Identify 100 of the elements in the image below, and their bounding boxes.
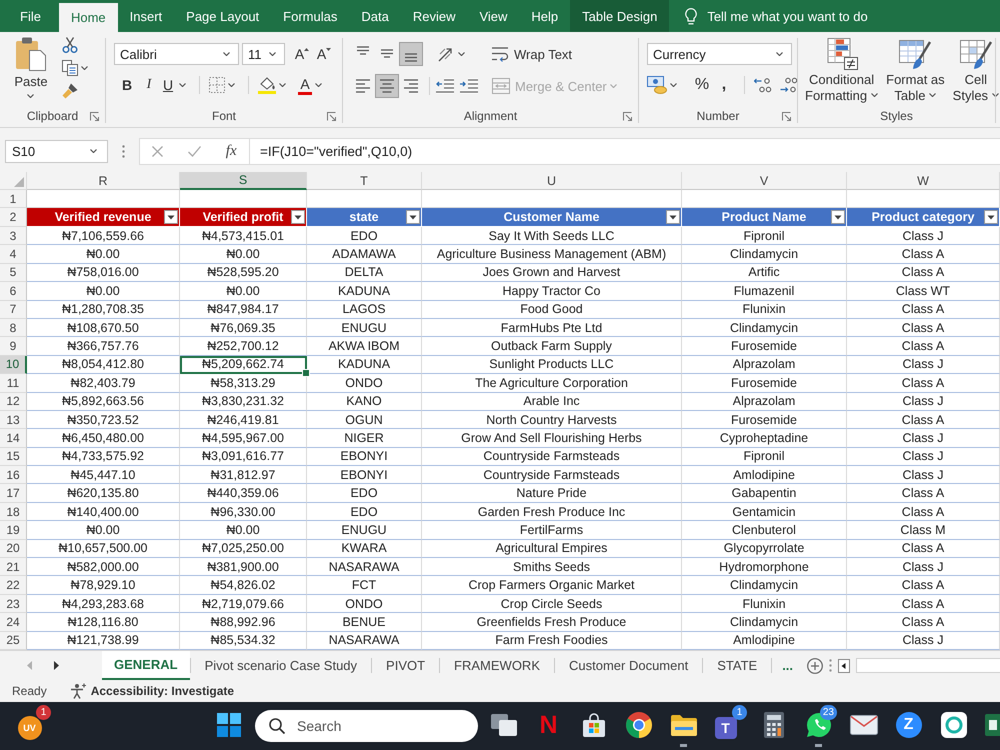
tell-me-search[interactable]: Tell me what you want to do — [669, 0, 868, 32]
column-header[interactable]: W — [847, 172, 1000, 190]
taskbar-button[interactable]: UV 1 — [10, 704, 55, 748]
decrease-font-size-button[interactable]: A — [313, 43, 335, 65]
outdent-icon[interactable] — [436, 79, 454, 93]
ribbon-tab[interactable]: Help — [519, 0, 570, 32]
filter-dropdown-icon[interactable] — [984, 210, 998, 224]
dialog-launcher-icon[interactable] — [782, 112, 791, 120]
ribbon-tab[interactable]: Insert — [118, 0, 174, 32]
filter-dropdown-icon[interactable] — [291, 210, 305, 224]
caret-icon[interactable] — [179, 83, 186, 87]
row-header[interactable]: 1 — [0, 190, 27, 208]
taskbar-button[interactable]: T 1 — [706, 704, 751, 748]
row-header[interactable]: 18 — [0, 502, 27, 522]
row-header[interactable]: 12 — [0, 392, 27, 411]
plus-circle-icon[interactable] — [807, 658, 824, 674]
sheet-tab[interactable]: FRAMEWORK — [440, 651, 554, 680]
row-header[interactable]: 15 — [0, 448, 27, 466]
caret-icon[interactable] — [315, 83, 322, 87]
dotted-grid-icon[interactable] — [209, 77, 225, 93]
column-header[interactable]: V — [682, 172, 847, 190]
sheet-tab[interactable]: STATE — [703, 651, 772, 680]
row-header[interactable]: 14 — [0, 429, 27, 448]
filter-dropdown-icon[interactable] — [666, 210, 680, 224]
row-header[interactable]: 16 — [0, 466, 27, 484]
ribbon-tab[interactable]: Review — [400, 0, 468, 32]
ribbon-tab[interactable]: Formulas — [271, 0, 350, 32]
ribbon-tab[interactable]: Data — [349, 0, 401, 32]
active-cell[interactable]: ₦5,209,662.74 — [180, 356, 307, 374]
row-header[interactable]: 23 — [0, 594, 27, 614]
row-header[interactable]: 7 — [0, 300, 27, 319]
copy-pages-icon[interactable] — [62, 60, 78, 76]
row-header[interactable]: 20 — [0, 540, 27, 558]
row-header[interactable]: 6 — [0, 282, 27, 301]
sheet-tab[interactable]: Customer Document — [555, 651, 702, 680]
row-header[interactable]: 13 — [0, 410, 27, 430]
name-box[interactable]: S10 — [5, 140, 108, 162]
row-header[interactable]: 19 — [0, 521, 27, 540]
number-format-dropdown[interactable]: Currency — [647, 43, 792, 65]
font-size-dropdown[interactable]: 11 — [242, 43, 285, 65]
row-header[interactable]: 5 — [0, 264, 27, 282]
font-name-dropdown[interactable]: Calibri — [114, 43, 239, 65]
caret-icon[interactable] — [776, 52, 783, 56]
paste-button[interactable]: Paste — [8, 37, 54, 105]
column-header[interactable]: R — [27, 172, 180, 190]
banknote-coins-icon[interactable] — [647, 76, 667, 94]
search-field[interactable]: Search — [255, 710, 478, 742]
format-as-table-button[interactable]: Format as Table — [883, 38, 948, 105]
row-header[interactable]: 10 — [0, 356, 27, 374]
ribbon-tab[interactable]: View — [467, 0, 520, 32]
column-header[interactable]: S — [180, 172, 307, 190]
row-header[interactable]: 8 — [0, 318, 27, 338]
ribbon-tab[interactable]: Table Design — [570, 0, 670, 32]
paint-bucket-icon[interactable] — [258, 76, 276, 94]
more-sheets-button[interactable]: ... — [772, 651, 802, 680]
row-header[interactable]: 2 — [0, 208, 27, 227]
decrease-decimal-icon[interactable] — [780, 77, 798, 93]
caret-icon[interactable] — [871, 93, 878, 97]
caret-icon[interactable] — [223, 52, 230, 56]
italic-button[interactable]: I — [138, 74, 160, 96]
percent-style-button[interactable]: % — [691, 74, 713, 96]
font-color-button[interactable]: A — [298, 76, 312, 94]
paintbrush-icon[interactable] — [62, 83, 78, 99]
ribbon-tab[interactable]: Home — [58, 3, 118, 32]
caret-icon[interactable] — [27, 94, 34, 98]
align-center-icon[interactable] — [375, 74, 399, 98]
triangle-right-icon[interactable] — [54, 661, 59, 670]
dialog-launcher-icon[interactable] — [327, 112, 336, 120]
row-header[interactable]: 4 — [0, 245, 27, 264]
caret-icon[interactable] — [670, 83, 677, 87]
increase-decimal-icon[interactable] — [754, 77, 772, 93]
row-header[interactable]: 24 — [0, 613, 27, 632]
bold-button[interactable]: B — [116, 74, 138, 96]
caret-icon[interactable] — [90, 149, 97, 153]
caret-icon[interactable] — [929, 93, 936, 97]
filter-dropdown-icon[interactable] — [831, 210, 845, 224]
sheet-tab[interactable]: Pivot scenario Case Study — [190, 651, 372, 680]
filter-dropdown-icon[interactable] — [406, 210, 420, 224]
column-header[interactable]: U — [422, 172, 682, 190]
scroll-left-icon[interactable] — [838, 658, 850, 672]
indent-icon[interactable] — [460, 79, 478, 93]
sheet-tab[interactable]: GENERAL — [102, 651, 190, 680]
caret-icon[interactable] — [228, 83, 235, 87]
caret-icon[interactable] — [81, 66, 88, 70]
comma-style-button[interactable]: , — [713, 74, 735, 96]
row-header[interactable]: 22 — [0, 576, 27, 595]
align-bottom-icon[interactable] — [399, 42, 423, 66]
column-header[interactable]: T — [307, 172, 422, 190]
row-header[interactable]: 17 — [0, 484, 27, 503]
row-header[interactable]: 3 — [0, 227, 27, 246]
fill-handle[interactable] — [302, 369, 310, 378]
sheet-tab[interactable]: PIVOT — [372, 651, 440, 680]
dialog-launcher-icon[interactable] — [623, 112, 632, 120]
horizontal-scrollbar[interactable] — [856, 658, 1000, 673]
row-header[interactable]: 25 — [0, 632, 27, 650]
row-header[interactable]: 21 — [0, 558, 27, 576]
caret-icon[interactable] — [269, 52, 276, 56]
accessibility-button[interactable]: Accessibility: Investigate — [68, 683, 234, 699]
scissors-icon[interactable] — [62, 37, 78, 53]
increase-font-size-button[interactable]: A — [291, 43, 313, 65]
